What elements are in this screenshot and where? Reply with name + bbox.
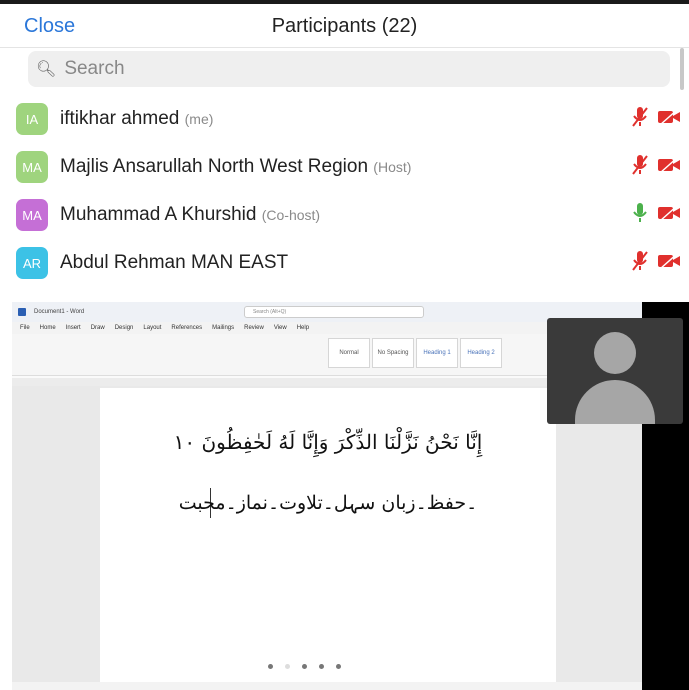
word-tab[interactable]: File bbox=[20, 325, 30, 331]
page-title: Participants (22) bbox=[271, 15, 418, 37]
document-page: إِنَّا نَحْنُ نَزَّلْنَا الذِّكْرَ وَإِن… bbox=[100, 388, 556, 682]
word-tab[interactable]: Review bbox=[244, 325, 264, 331]
participant-role: (Host) bbox=[373, 159, 412, 175]
video-off-icon[interactable] bbox=[657, 251, 681, 275]
divider bbox=[0, 290, 689, 302]
video-off-icon[interactable] bbox=[657, 107, 681, 131]
participant-name-wrap: Majlis Ansarullah North West Region (Hos… bbox=[60, 156, 411, 178]
style-heading-1[interactable]: Heading 1 bbox=[416, 338, 458, 368]
avatar: AR bbox=[16, 247, 48, 279]
word-search-input[interactable]: Search (Alt+Q) bbox=[244, 306, 424, 318]
participants-header: Close Participants (22) bbox=[0, 4, 689, 48]
participant-icons bbox=[631, 250, 681, 277]
participant-name-wrap: iftikhar ahmed (me) bbox=[60, 108, 213, 130]
scrollbar[interactable] bbox=[680, 48, 684, 90]
search-input[interactable]: 🔍︎ Search bbox=[28, 51, 670, 87]
participant-row[interactable]: MA Muhammad A Khurshid (Co-host) bbox=[0, 191, 689, 239]
participant-row[interactable]: IA iftikhar ahmed (me) bbox=[0, 95, 689, 143]
page-indicator bbox=[268, 664, 341, 669]
word-statusbar bbox=[12, 682, 642, 690]
word-title: Document1 - Word bbox=[34, 309, 85, 315]
participant-name: Abdul Rehman MAN EAST bbox=[60, 252, 289, 273]
avatar: MA bbox=[16, 199, 48, 231]
word-tab[interactable]: Insert bbox=[66, 325, 81, 331]
page-dot[interactable] bbox=[285, 664, 290, 669]
mic-on-icon[interactable] bbox=[631, 202, 649, 229]
word-tab[interactable]: Layout bbox=[143, 325, 161, 331]
word-tab[interactable]: View bbox=[274, 325, 287, 331]
word-tab[interactable]: Mailings bbox=[212, 325, 234, 331]
participant-row[interactable]: MA Majlis Ansarullah North West Region (… bbox=[0, 143, 689, 191]
page-dot[interactable] bbox=[302, 664, 307, 669]
mic-muted-icon[interactable] bbox=[631, 154, 649, 181]
mic-muted-icon[interactable] bbox=[631, 250, 649, 277]
participant-icons bbox=[631, 154, 681, 181]
mic-muted-icon[interactable] bbox=[631, 106, 649, 133]
search-icon: 🔍︎ bbox=[36, 61, 57, 78]
style-no-spacing[interactable]: No Spacing bbox=[372, 338, 414, 368]
avatar: MA bbox=[16, 151, 48, 183]
participant-name-wrap: Abdul Rehman MAN EAST bbox=[60, 252, 288, 274]
word-tab[interactable]: Draw bbox=[91, 325, 105, 331]
participant-name: Muhammad A Khurshid bbox=[60, 204, 257, 225]
participant-icons bbox=[631, 106, 681, 133]
participant-name-wrap: Muhammad A Khurshid (Co-host) bbox=[60, 204, 320, 226]
style-heading-2[interactable]: Heading 2 bbox=[460, 338, 502, 368]
video-off-icon[interactable] bbox=[657, 155, 681, 179]
urdu-line: ۔حفظ۔زبان سہل۔تلاوت۔نماز۔محبت bbox=[178, 492, 478, 514]
word-app-icon bbox=[18, 308, 26, 316]
avatar-icon-body bbox=[575, 380, 655, 424]
search-placeholder: Search bbox=[64, 58, 125, 79]
avatar-icon-head bbox=[594, 332, 636, 374]
word-tab[interactable]: Home bbox=[40, 325, 56, 331]
participant-role: (Co-host) bbox=[261, 207, 321, 223]
word-tab[interactable]: Help bbox=[297, 325, 309, 331]
participant-icons bbox=[631, 202, 681, 229]
participant-role: (me) bbox=[184, 111, 214, 127]
participant-name: Majlis Ansarullah North West Region bbox=[60, 156, 369, 177]
avatar: IA bbox=[16, 103, 48, 135]
word-tab[interactable]: Design bbox=[115, 325, 134, 331]
page-dot[interactable] bbox=[319, 664, 324, 669]
shared-screen: Document1 - Word Search (Alt+Q) File Home… bbox=[12, 302, 689, 690]
verse-line: إِنَّا نَحْنُ نَزَّلْنَا الذِّكْرَ وَإِن… bbox=[173, 430, 483, 454]
word-tab[interactable]: References bbox=[171, 325, 202, 331]
video-off-icon[interactable] bbox=[657, 203, 681, 227]
participant-row[interactable]: AR Abdul Rehman MAN EAST bbox=[0, 239, 689, 287]
page-dot[interactable] bbox=[336, 664, 341, 669]
page-dot[interactable] bbox=[268, 664, 273, 669]
participant-name: iftikhar ahmed bbox=[60, 108, 180, 129]
video-thumbnail[interactable] bbox=[547, 318, 683, 424]
style-normal[interactable]: Normal bbox=[328, 338, 370, 368]
